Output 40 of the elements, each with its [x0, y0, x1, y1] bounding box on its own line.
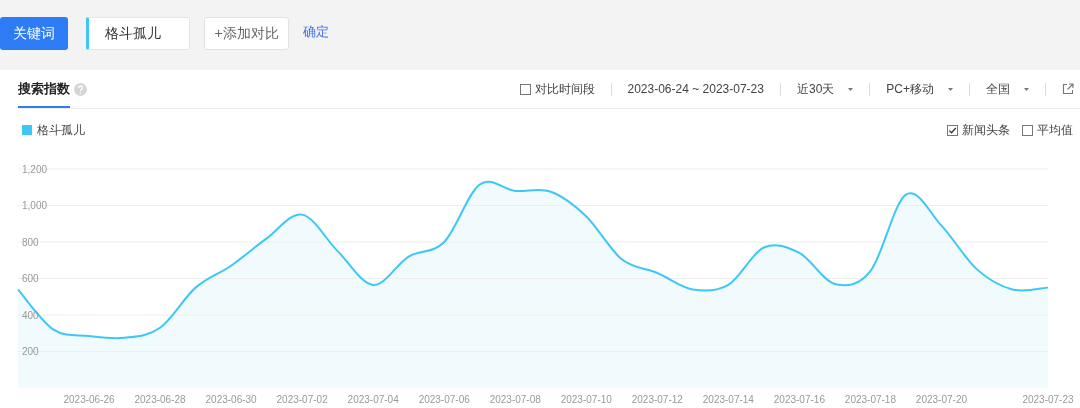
external-link-icon[interactable]: [1062, 83, 1074, 95]
option-label: 平均值: [1037, 121, 1073, 139]
x-axis-label: 2023-07-16: [773, 394, 825, 405]
legend-label[interactable]: 格斗孤儿: [37, 121, 85, 139]
option-label: 新闻头条: [962, 121, 1010, 139]
confirm-link[interactable]: 确定: [303, 22, 329, 41]
y-axis-label: 800: [22, 236, 39, 248]
caret-icon: [1024, 87, 1029, 91]
checkbox[interactable]: [1022, 124, 1033, 136]
x-axis-label: 2023-07-12: [631, 394, 683, 405]
y-axis-label: 400: [22, 309, 39, 321]
keyword-type-button[interactable]: 关键词: [0, 17, 68, 50]
x-axis-label: 2023-07-10: [560, 394, 612, 405]
x-axis-label: 2023-07-20: [915, 394, 968, 405]
keyword-field[interactable]: 格斗孤儿: [86, 17, 190, 50]
x-axis-label: 2023-06-30: [205, 394, 257, 405]
x-axis-label: 2023-07-14: [702, 394, 754, 405]
y-axis-label: 600: [22, 273, 39, 284]
x-axis-label: 2023-06-28: [134, 394, 186, 405]
dropdown[interactable]: 近30天: [796, 80, 835, 98]
date-range[interactable]: 2023-06-24 ~ 2023-07-23: [627, 82, 764, 96]
checkbox[interactable]: [947, 124, 958, 136]
x-axis-label: 2023-07-06: [418, 394, 470, 405]
caret-icon: [848, 87, 854, 91]
x-axis-label: 2023-07-18: [844, 394, 896, 405]
y-axis-label: 200: [22, 346, 39, 357]
y-axis-label: 1,200: [22, 163, 48, 175]
x-axis-label: 2023-07-04: [347, 394, 399, 405]
x-axis-label: 2023-06-26: [63, 394, 115, 405]
x-axis-label: 2023-07-23: [1022, 394, 1074, 405]
caret-icon: [948, 87, 953, 91]
x-axis-label: 2023-07-02: [276, 394, 328, 405]
y-axis-label: 1,000: [22, 200, 48, 211]
tab[interactable]: 搜索指数: [18, 70, 70, 108]
dropdown[interactable]: PC+移动: [886, 80, 934, 98]
checkbox[interactable]: [519, 83, 531, 95]
dropdown[interactable]: 全国: [986, 80, 1010, 98]
add-compare-button[interactable]: +添加对比: [204, 17, 289, 50]
compare-period-label: 对比时间段: [534, 80, 595, 98]
x-axis-label: 2023-07-08: [489, 394, 541, 405]
